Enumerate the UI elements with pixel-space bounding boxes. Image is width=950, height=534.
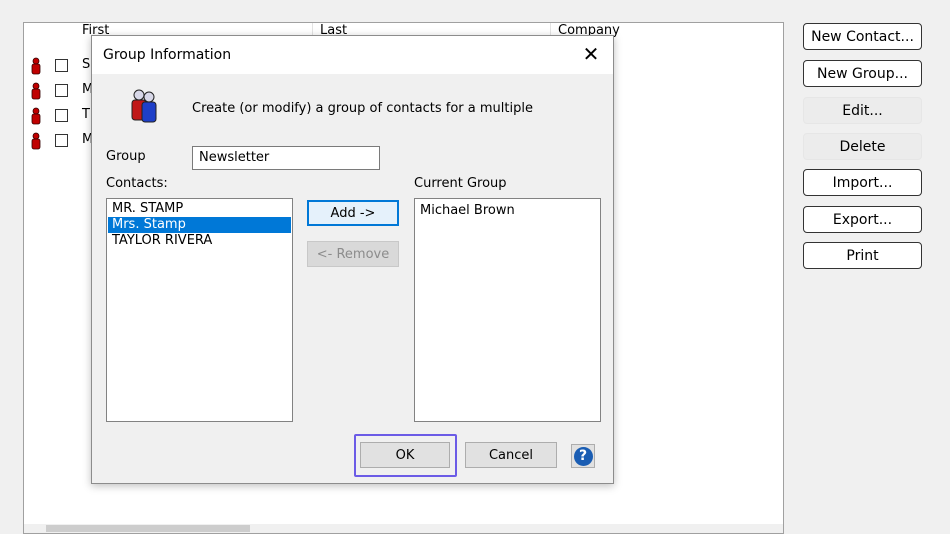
- list-item[interactable]: TAYLOR RIVERA: [108, 233, 291, 249]
- row-checkbox[interactable]: [55, 59, 68, 72]
- group-name-input[interactable]: Newsletter: [192, 146, 380, 170]
- export-button[interactable]: Export...: [803, 206, 922, 233]
- new-contact-button[interactable]: New Contact...: [803, 23, 922, 50]
- group-icon: [131, 89, 157, 123]
- import-button[interactable]: Import...: [803, 169, 922, 196]
- row-first-name: S: [82, 57, 91, 72]
- list-item[interactable]: Mrs. Stamp: [108, 217, 291, 233]
- row-checkbox[interactable]: [55, 84, 68, 97]
- list-item[interactable]: MR. STAMP: [108, 201, 291, 217]
- dialog-description: Create (or modify) a group of contacts f…: [192, 101, 533, 116]
- horizontal-scrollbar[interactable]: [24, 524, 783, 533]
- contacts-listbox[interactable]: MR. STAMP Mrs. Stamp TAYLOR RIVERA: [106, 198, 293, 422]
- group-label: Group: [106, 149, 146, 164]
- cancel-button[interactable]: Cancel: [465, 442, 557, 468]
- person-icon: [31, 82, 41, 100]
- add-button[interactable]: Add ->: [307, 200, 399, 226]
- person-icon: [31, 132, 41, 150]
- delete-button[interactable]: Delete: [803, 133, 922, 160]
- current-group-label: Current Group: [414, 176, 507, 191]
- row-checkbox[interactable]: [55, 109, 68, 122]
- person-icon: [31, 57, 41, 75]
- dialog-title: Group Information: [103, 47, 232, 63]
- current-group-listbox[interactable]: Michael Brown: [414, 198, 601, 422]
- print-button[interactable]: Print: [803, 242, 922, 269]
- dialog-title-bar[interactable]: Group Information ✕: [92, 36, 613, 74]
- row-first-name: T: [82, 107, 90, 122]
- help-icon: ?: [573, 446, 593, 466]
- contacts-label: Contacts:: [106, 176, 168, 191]
- close-icon[interactable]: ✕: [579, 42, 603, 66]
- row-checkbox[interactable]: [55, 134, 68, 147]
- list-item[interactable]: Michael Brown: [416, 203, 599, 219]
- group-information-dialog: Group Information ✕ Create (or modify) a…: [91, 35, 614, 484]
- new-group-button[interactable]: New Group...: [803, 60, 922, 87]
- edit-button[interactable]: Edit...: [803, 97, 922, 124]
- person-icon: [31, 107, 41, 125]
- help-button[interactable]: ?: [571, 444, 595, 468]
- remove-button[interactable]: <- Remove: [307, 241, 399, 267]
- ok-button[interactable]: OK: [360, 442, 450, 468]
